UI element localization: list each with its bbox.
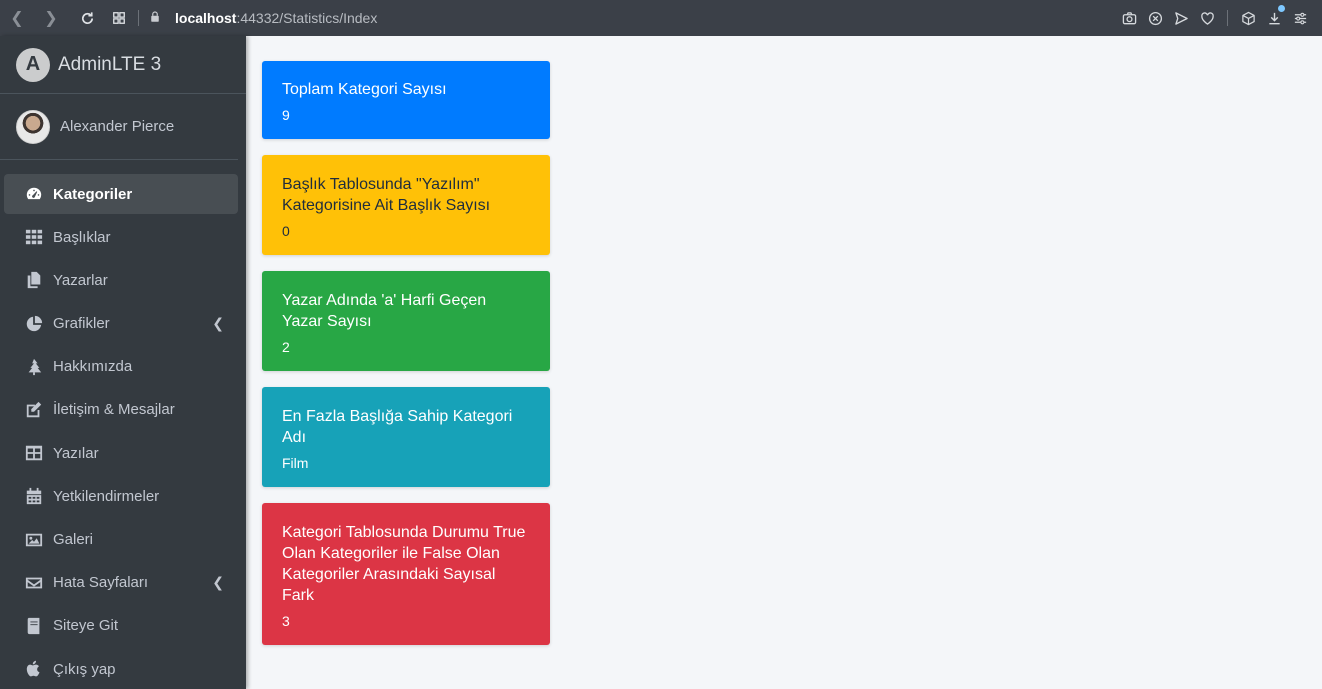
sidebar-item-label: Hakkımızda (53, 358, 133, 376)
heart-icon[interactable] (1199, 10, 1215, 26)
browser-actions (1121, 5, 1308, 26)
sidebar: A AdminLTE 3 Alexander Pierce Kategorile… (0, 36, 246, 689)
send-icon[interactable] (1173, 10, 1189, 26)
sidebar-item-label: Grafikler (53, 315, 110, 333)
chevron-left-icon[interactable]: ❮ (212, 574, 224, 591)
notification-dot (1278, 5, 1285, 12)
calendar-icon (24, 486, 44, 506)
download-icon[interactable] (1266, 5, 1285, 26)
url-path: :44332/Statistics/Index (236, 10, 378, 26)
sidebar-item-label: Başlıklar (53, 228, 111, 246)
sidebar-item-label: Hata Sayfaları (53, 574, 149, 592)
table-icon (24, 443, 44, 463)
apple-icon (24, 659, 44, 679)
card-value: 0 (282, 223, 290, 239)
sidebar-menu: Kategoriler Başlıklar Yazarlar Grafikler… (0, 160, 246, 689)
sidebar-item-siteye-git[interactable]: Siteye Git (4, 606, 238, 646)
main-content: Toplam Kategori Sayısı 9 Başlık Tablosun… (262, 61, 550, 661)
sidebar-item-yazarlar[interactable]: Yazarlar (4, 260, 238, 300)
sidebar-item-hakkimizda[interactable]: Hakkımızda (4, 347, 238, 387)
toolbar-divider-2 (1227, 10, 1228, 26)
image-icon (24, 530, 44, 550)
browser-toolbar: ❮ ❯ localhost:44332/Statistics/Index (0, 0, 1322, 36)
sidebar-item-label: Yazarlar (53, 271, 108, 289)
copy-icon (24, 270, 44, 290)
sidebar-item-label: Yetkilendirmeler (53, 487, 160, 505)
dashboard-icon (24, 184, 44, 204)
address-bar[interactable]: localhost:44332/Statistics/Index (149, 10, 377, 26)
grid-icon (24, 227, 44, 247)
card-value: 3 (282, 613, 290, 629)
sidebar-item-iletisim[interactable]: İletişim & Mesajlar (4, 390, 238, 430)
menu-lines-icon[interactable] (1292, 10, 1308, 26)
edit-icon (24, 400, 44, 420)
sidebar-item-basliklar[interactable]: Başlıklar (4, 217, 238, 257)
camera-icon[interactable] (1121, 10, 1137, 26)
user-name: Alexander Pierce (60, 118, 175, 135)
user-panel[interactable]: Alexander Pierce (0, 94, 238, 160)
sidebar-item-hata-sayfalari[interactable]: Hata Sayfaları ❮ (4, 563, 238, 603)
forward-icon[interactable]: ❯ (40, 7, 62, 29)
url-host: localhost (175, 10, 237, 26)
sidebar-item-kategoriler[interactable]: Kategoriler (4, 174, 238, 214)
lock-icon (149, 10, 161, 26)
stat-card-toplam-kategori: Toplam Kategori Sayısı 9 (262, 61, 550, 139)
tree-icon (24, 357, 44, 377)
close-circle-icon[interactable] (1147, 10, 1163, 26)
sidebar-item-grafikler[interactable]: Grafikler ❮ (4, 304, 238, 344)
sidebar-item-label: İletişim & Mesajlar (53, 401, 175, 419)
sidebar-item-label: Galeri (53, 531, 94, 548)
chevron-left-icon[interactable]: ❮ (212, 315, 224, 332)
card-value: 2 (282, 339, 290, 355)
reload-icon[interactable] (76, 7, 98, 29)
sidebar-item-yetkilendirmeler[interactable]: Yetkilendirmeler (4, 476, 238, 516)
stat-card-yazilim-baslik: Başlık Tablosunda "Yazılım" Kategorisine… (262, 155, 550, 255)
sidebar-item-galeri[interactable]: Galeri (4, 520, 238, 560)
card-value: Film (282, 455, 309, 471)
back-icon[interactable]: ❮ (6, 7, 28, 29)
sidebar-item-label: Çıkış yap (53, 660, 116, 678)
card-value: 9 (282, 107, 290, 123)
user-avatar (16, 109, 50, 144)
sidebar-item-cikis[interactable]: Çıkış yap (4, 649, 238, 689)
card-title: Yazar Adında 'a' Harfi Geçen Yazar Sayıs… (282, 292, 487, 330)
stat-card-yazar-a: Yazar Adında 'a' Harfi Geçen Yazar Sayıs… (262, 271, 550, 371)
pie-chart-icon (24, 314, 44, 334)
book-icon (24, 616, 44, 636)
envelope-icon (24, 573, 44, 593)
card-title: Başlık Tablosunda "Yazılım" Kategorisine… (282, 176, 491, 214)
stat-card-en-fazla-baslik: En Fazla Başlığa Sahip Kategori Adı Film (262, 387, 550, 487)
toolbar-divider (138, 10, 139, 26)
card-title: En Fazla Başlığa Sahip Kategori Adı (282, 408, 513, 446)
stat-card-durum-fark: Kategori Tablosunda Durumu True Olan Kat… (262, 503, 550, 645)
card-title: Kategori Tablosunda Durumu True Olan Kat… (282, 524, 526, 604)
sidebar-item-yazilar[interactable]: Yazılar (4, 433, 238, 473)
cube-icon[interactable] (1240, 10, 1256, 26)
sidebar-item-label: Kategoriler (53, 185, 133, 203)
sidebar-item-label: Siteye Git (53, 617, 119, 635)
brand-text: AdminLTE 3 (58, 53, 162, 75)
brand-logo-icon: A (16, 47, 50, 82)
card-title: Toplam Kategori Sayısı (282, 81, 447, 98)
brand-link[interactable]: A AdminLTE 3 (0, 36, 246, 94)
sidebar-item-label: Yazılar (53, 444, 99, 462)
grid-icon[interactable] (108, 7, 130, 29)
